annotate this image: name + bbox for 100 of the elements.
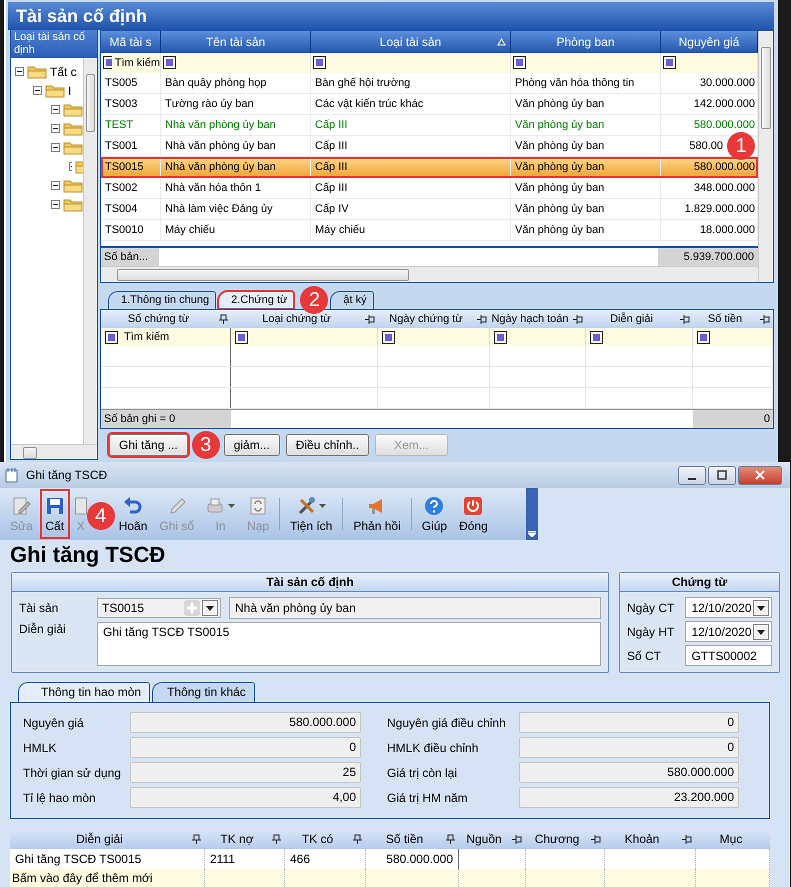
close-button[interactable] [738,466,782,484]
column-header[interactable]: Khoản [605,829,696,849]
table-cell: Cấp III [315,182,348,194]
collapse-icon[interactable] [51,143,60,152]
scrollbar[interactable] [758,31,773,282]
table-row[interactable]: TS004 Nhà làm việc Đảng ủy Cấp IV Văn phòng ủy ban 1.829.000.000 [101,198,758,220]
toolbar-button[interactable]: Tiện ích [284,488,338,540]
dropdown-icon[interactable] [202,600,218,616]
tab[interactable]: Thông tin khác [152,682,255,702]
toolbar-button[interactable]: Phản hồi [347,488,407,540]
collapse-icon[interactable] [33,86,42,95]
table-row[interactable]: TS0010 Máy chiếu Máy chiếu Văn phòng ủy ban 18.000.000 [101,220,758,241]
toolbar-button[interactable]: Giúp [416,488,454,540]
collapse-icon[interactable] [15,67,24,76]
pin-icon[interactable] [682,834,692,844]
date-field[interactable]: 12/10/2020 [685,621,772,642]
pin-icon[interactable] [477,314,487,324]
collapse-icon[interactable] [51,105,60,114]
table-row[interactable]: TEST Nhà văn phòng ủy ban Cấp III Văn phòng ủy ban 580.000.000 [101,114,758,136]
pin-icon[interactable] [353,834,362,844]
filter-icon[interactable] [590,330,603,344]
folder-icon [75,159,83,174]
collapse-icon[interactable] [51,124,60,133]
input-field[interactable]: GTTS00002 [685,645,772,666]
scrollbar[interactable] [11,444,97,459]
column-header[interactable]: TK nợ [205,829,285,849]
filter-icon[interactable] [163,56,176,70]
column-header[interactable]: Diễn giải [586,310,693,328]
scrollbar[interactable] [83,58,97,444]
table-row[interactable]: TS002 Nhà văn hóa thôn 1 Cấp III Văn phòng ủy ban 348.000.000 [101,178,758,199]
table-cell: Cấp IV [315,202,349,215]
action-button[interactable]: Điều chỉnh.. [286,434,370,456]
table-cell: 580.000.000 [386,852,453,866]
column-header[interactable]: Ngày chứng từ [378,310,490,328]
column-header[interactable]: TK có [285,829,366,849]
column-header[interactable]: Mục [696,829,770,849]
filter-icon[interactable] [382,330,395,344]
minimize-button[interactable] [678,466,706,484]
document-icon [74,496,87,516]
tab[interactable]: 1.Thông tin chung [108,291,216,309]
column-header[interactable]: Số chứng từ [101,310,231,328]
table-row[interactable]: TS0015 Nhà văn phòng ủy ban Cấp III Văn phòng ủy ban 580.000.000 [101,156,758,178]
action-button[interactable]: Ghi tăng ... [109,434,188,456]
asset-name-field[interactable]: Nhà văn phòng ủy ban [229,597,601,619]
filter-icon[interactable] [697,330,710,344]
overflow-button[interactable] [526,488,538,540]
column-header[interactable]: Chương [526,829,605,849]
filter-icon[interactable] [103,56,112,70]
folder-icon [63,140,83,155]
pin-icon[interactable] [680,314,690,324]
filter-icon[interactable] [494,330,507,344]
new-row-hint[interactable]: Bấm vào đây để thêm mới [12,871,153,885]
filter-icon[interactable] [313,56,326,70]
column-header[interactable]: Số tiền [366,829,459,849]
filter-icon[interactable] [235,330,248,344]
pin-icon[interactable] [591,834,601,844]
toolbar-button[interactable]: Cất [38,488,71,540]
table-row[interactable]: TS005 Bàn quây phòng họp Bàn ghế hội trường Phòng văn hóa thông tin 30.000.000 [101,72,758,94]
tree-item[interactable]: I [68,84,72,98]
tree-item[interactable]: Tất c [50,64,77,78]
filter-text: Tìm kiếm [124,331,170,343]
filter-icon[interactable] [513,56,526,70]
pin-icon[interactable] [446,834,455,844]
pin-icon[interactable] [272,834,281,844]
action-button[interactable]: giảm... [224,434,280,456]
column-header[interactable]: Ngày hạch toán [490,310,586,328]
column-header[interactable]: Số tiền [693,310,773,328]
column-header[interactable]: Diễn giải [10,829,205,849]
tab[interactable]: ật ký [330,291,374,309]
table-cell: TS004 [105,202,138,215]
filter-icon[interactable] [105,330,118,344]
dropdown-icon[interactable] [753,600,769,616]
tab[interactable]: 2.Chứng từ [218,291,294,309]
pin-icon[interactable] [573,314,583,324]
collapse-icon[interactable] [51,181,60,190]
scrollbar[interactable] [101,266,758,282]
pin-icon[interactable] [219,314,228,324]
table-cell: Các vật kiến trúc khác [315,98,424,110]
table-row[interactable]: TS003 Tường rào ủy ban Các vật kiến trúc khác Văn phòng ủy ban 142.000.000 [101,94,758,115]
step-badge: 1 [727,132,755,160]
filter-icon[interactable] [663,56,676,70]
table-cell: Nhà văn phòng ủy ban [165,140,276,152]
pin-icon[interactable] [760,314,770,324]
pin-icon[interactable] [365,314,375,324]
window-title: Tài sản cố định [8,2,774,30]
date-field[interactable]: 12/10/2020 [685,597,772,618]
dropdown-icon[interactable] [753,624,769,640]
table-cell: Nhà văn phòng ủy ban [165,160,276,173]
toolbar-button[interactable]: Hoãn [112,488,154,540]
folder-icon [63,178,83,193]
tab[interactable]: Thông tin hao mòn [18,682,150,702]
asset-code-field[interactable]: TS0015 [97,598,221,618]
maximize-button[interactable] [708,466,736,484]
pin-icon[interactable] [192,834,201,844]
pin-icon[interactable] [512,834,522,844]
toolbar-button[interactable]: Đóng [453,488,494,540]
readonly-field: 580.000.000 [130,712,361,733]
description-field[interactable]: Ghi tăng TSCĐ TS0015 [97,622,601,666]
column-header[interactable]: Nguồn [459,829,526,849]
collapse-icon[interactable] [51,200,60,209]
